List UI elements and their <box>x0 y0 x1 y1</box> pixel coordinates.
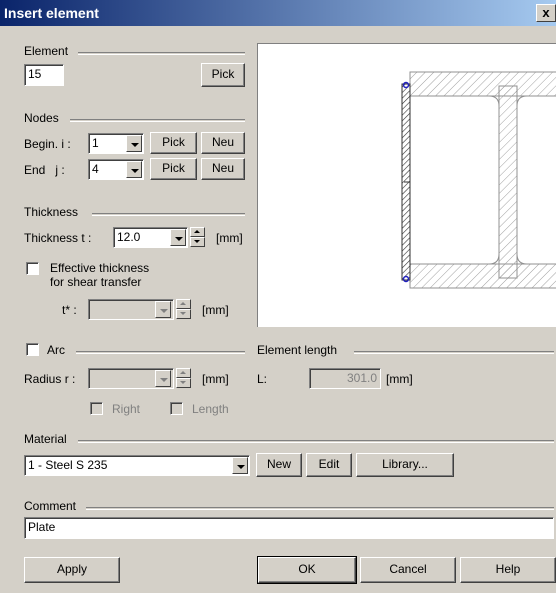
top-flange <box>409 71 556 97</box>
element-group-line <box>78 52 245 55</box>
begin-node-label: Begin. i : <box>24 137 71 151</box>
element-group-label: Element <box>24 44 69 58</box>
material-select[interactable]: 1 - Steel S 235 <box>24 455 250 476</box>
tstar-spin-arrows-icon <box>176 299 191 320</box>
thickness-spin-arrows-icon[interactable] <box>190 227 205 248</box>
material-group-line <box>78 440 554 443</box>
element-number-input[interactable]: 15 <box>24 64 64 86</box>
nodes-group-line <box>70 119 245 122</box>
arc-checkbox[interactable] <box>26 343 39 356</box>
cross-section-drawing <box>401 71 556 289</box>
close-button[interactable]: x <box>536 4 556 22</box>
effective-thickness-checkbox[interactable] <box>26 262 39 275</box>
cancel-button[interactable]: Cancel <box>360 557 456 583</box>
chevron-down-icon <box>155 370 171 387</box>
arc-length-label: Length <box>192 402 229 416</box>
chevron-down-icon[interactable] <box>126 135 142 152</box>
radius-spin-arrows-icon <box>176 368 191 389</box>
web <box>498 85 518 279</box>
material-new-button[interactable]: New <box>256 453 302 477</box>
thickness-label: Thickness t : <box>24 231 92 245</box>
arc-length-checkbox <box>170 402 183 415</box>
chevron-down-icon[interactable] <box>170 229 186 246</box>
element-length-unit: [mm] <box>386 372 413 386</box>
comment-input[interactable]: Plate <box>24 517 554 539</box>
effective-thickness-label: Effective thickness <box>50 261 150 275</box>
end-node-pick-button[interactable]: Pick <box>150 158 197 180</box>
begin-node-new-button[interactable]: Neu <box>201 132 245 154</box>
material-edit-button[interactable]: Edit <box>306 453 352 477</box>
cross-section-preview[interactable] <box>257 43 556 327</box>
material-group-label: Material <box>24 432 67 446</box>
element-length-group-line <box>354 351 554 354</box>
tstar-unit: [mm] <box>202 303 229 317</box>
apply-button[interactable]: Apply <box>24 557 120 583</box>
end-node-label: End j : <box>24 163 65 177</box>
begin-node-pick-button[interactable]: Pick <box>150 132 197 154</box>
comment-group-line <box>86 507 554 510</box>
insert-element-dialog: Insert element x Element 15 Pick Nodes B… <box>0 0 556 593</box>
title-bar[interactable]: Insert element x <box>0 0 556 26</box>
tstar-label: t* : <box>62 303 77 317</box>
element-pick-button[interactable]: Pick <box>201 63 245 87</box>
end-node-new-button[interactable]: Neu <box>201 158 245 180</box>
radius-label: Radius r : <box>24 372 76 386</box>
thickness-group-label: Thickness <box>24 205 79 219</box>
thickness-group-line <box>92 213 245 216</box>
arc-right-checkbox <box>90 402 103 415</box>
element-length-label: L: <box>257 372 268 386</box>
chevron-down-icon[interactable] <box>126 161 142 178</box>
thickness-unit: [mm] <box>216 231 243 245</box>
window-title: Insert element <box>4 5 99 21</box>
comment-group-label: Comment <box>24 499 77 513</box>
ok-button[interactable]: OK <box>257 556 357 584</box>
nodes-group-label: Nodes <box>24 111 59 125</box>
material-library-button[interactable]: Library... <box>356 453 454 477</box>
arc-label: Arc <box>47 343 65 357</box>
element-length-input: 301.0 <box>309 368 381 389</box>
help-button[interactable]: Help <box>460 557 556 583</box>
arc-right-label: Right <box>112 402 141 416</box>
element-length-group-label: Element length <box>257 343 338 357</box>
effective-thickness-label-2: for shear transfer <box>50 275 142 289</box>
bottom-flange <box>409 263 556 289</box>
arc-group-line <box>76 351 245 354</box>
chevron-down-icon <box>155 301 171 318</box>
chevron-down-icon[interactable] <box>232 457 248 474</box>
radius-unit: [mm] <box>202 372 229 386</box>
